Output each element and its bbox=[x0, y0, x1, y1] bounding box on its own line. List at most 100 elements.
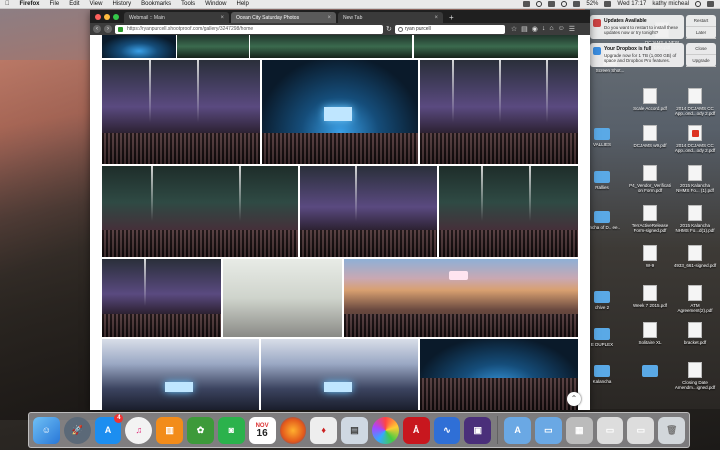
home-icon[interactable]: ⌂ bbox=[549, 25, 553, 33]
desktop-file[interactable]: 2014 DCJAMS CC App..ond...ody 2.pdf bbox=[673, 88, 717, 116]
menu-window[interactable]: Window bbox=[200, 1, 231, 7]
gallery-photo[interactable] bbox=[223, 259, 342, 337]
pocket-icon[interactable]: ◉ bbox=[532, 25, 538, 33]
tab-new-tab[interactable]: New Tab × bbox=[338, 12, 443, 23]
gallery-photo[interactable] bbox=[102, 35, 176, 58]
ibooks-icon[interactable]: ▥ bbox=[156, 416, 184, 444]
finder-icon[interactable]: ☺ bbox=[33, 416, 60, 444]
solitaire-icon[interactable]: ♦ bbox=[310, 416, 338, 444]
zoom-window-button[interactable] bbox=[113, 13, 119, 20]
gallery-photo[interactable] bbox=[102, 60, 260, 164]
facetime-icon[interactable]: ◙ bbox=[217, 416, 245, 444]
gallery-photo[interactable] bbox=[414, 35, 578, 58]
desktop-file[interactable]: 4933_661-signed.pdf bbox=[673, 245, 717, 268]
desktop-folder[interactable] bbox=[628, 362, 672, 379]
document-stack-icon[interactable]: ▦ bbox=[565, 416, 593, 444]
gallery-photo[interactable] bbox=[420, 60, 578, 164]
spotlight-search-icon[interactable] bbox=[695, 1, 701, 7]
menu-bookmarks[interactable]: Bookmarks bbox=[136, 1, 176, 7]
later-button[interactable]: Later bbox=[686, 27, 716, 39]
gallery-photo[interactable] bbox=[261, 339, 418, 410]
menu-history[interactable]: History bbox=[107, 1, 136, 7]
upgrade-button[interactable]: Upgrade bbox=[686, 55, 716, 67]
notification-center-icon[interactable] bbox=[707, 1, 714, 7]
dropbox-notification[interactable]: Your Dropbox is full Upgrade now for 1 T… bbox=[590, 43, 684, 67]
scroll-to-top-button[interactable]: ⌃ bbox=[567, 392, 581, 406]
tab-webmail[interactable]: Webmail :: Main × bbox=[124, 12, 229, 23]
desktop-file[interactable]: TerrActiveRelease Form-signed.pdf bbox=[628, 205, 672, 233]
menu-file[interactable]: File bbox=[45, 1, 65, 7]
gallery-photo[interactable] bbox=[300, 166, 437, 257]
updates-notification[interactable]: Updates Available Do you want to restart… bbox=[590, 15, 684, 39]
forward-icon[interactable]: › bbox=[104, 25, 112, 33]
gallery-photo[interactable] bbox=[177, 35, 249, 58]
menu-icon[interactable]: ☰ bbox=[569, 25, 575, 33]
restart-button[interactable]: Restart bbox=[686, 15, 716, 27]
user-name[interactable]: kathy micheal bbox=[652, 1, 689, 7]
apple-icon[interactable]:  bbox=[0, 1, 15, 7]
desktop-app[interactable]: Solitaire XL bbox=[628, 322, 672, 345]
gallery-photo[interactable] bbox=[250, 35, 412, 58]
screenshot-stack-icon[interactable]: ▭ bbox=[596, 416, 624, 444]
firefox-icon[interactable] bbox=[279, 416, 307, 444]
wifi-icon[interactable] bbox=[561, 1, 568, 7]
desktop-file[interactable]: W-9 bbox=[628, 245, 672, 268]
reader-icon[interactable]: ▤ bbox=[521, 25, 528, 33]
url-bar[interactable]: https://ryanpurcell.shootproof.com/galle… bbox=[115, 24, 383, 34]
close-tab-icon[interactable]: × bbox=[434, 15, 438, 21]
photos-icon[interactable] bbox=[371, 416, 399, 444]
menu-help[interactable]: Help bbox=[231, 1, 253, 7]
back-icon[interactable]: ‹ bbox=[93, 25, 101, 33]
itunes-icon[interactable]: ♫ bbox=[125, 416, 153, 444]
gallery-photo[interactable] bbox=[439, 166, 578, 257]
menu-view[interactable]: View bbox=[85, 1, 108, 7]
bluetooth-icon[interactable] bbox=[548, 1, 556, 7]
gallery-photo[interactable] bbox=[102, 166, 298, 257]
desktop-file[interactable]: P4_Vendor_Verificati on Form.pdf bbox=[628, 165, 672, 193]
gallery-photo[interactable] bbox=[102, 259, 221, 337]
desktop-file[interactable]: 2015 Kalancha NHMS Fo... (1).pdf bbox=[673, 165, 717, 193]
app-store-icon[interactable]: A4 bbox=[94, 413, 124, 444]
downloads-stack-icon[interactable]: ▭ bbox=[627, 416, 655, 444]
desktop-file[interactable]: Closing Date Amendm...igned.pdf bbox=[673, 362, 717, 390]
gallery-photo[interactable] bbox=[102, 339, 259, 410]
minimize-window-button[interactable] bbox=[104, 13, 110, 20]
desktop-file[interactable]: Scale Accord.pdf bbox=[628, 88, 672, 111]
applications-folder-icon[interactable]: A bbox=[504, 416, 531, 444]
bookmark-star-icon[interactable]: ☆ bbox=[511, 25, 517, 33]
close-button[interactable]: Close bbox=[686, 43, 716, 55]
battery-percent[interactable]: 52% bbox=[586, 1, 598, 7]
chat-icon[interactable]: ☺ bbox=[558, 25, 565, 33]
desktop-file[interactable]: 2015 Kalancha NHMS Fo...d(1).pdf bbox=[673, 205, 717, 233]
menu-edit[interactable]: Edit bbox=[64, 1, 84, 7]
desktop-file[interactable]: bracket.pdf bbox=[673, 322, 717, 345]
clock[interactable]: Wed 17:17 bbox=[617, 1, 646, 7]
photo-app-icon[interactable]: ✿ bbox=[187, 416, 214, 444]
desktop-file[interactable]: DCJAMS w9.pdf bbox=[628, 125, 672, 148]
desktop-file[interactable]: 2014 DCJAMS CC App..ond...ody 2.pdf bbox=[673, 125, 717, 153]
menu-app-firefox[interactable]: Firefox bbox=[15, 1, 45, 7]
gallery-photo[interactable] bbox=[420, 339, 578, 410]
new-tab-button[interactable]: + bbox=[445, 12, 458, 23]
calendar-icon[interactable]: NOV 16 bbox=[248, 416, 276, 444]
volume-icon[interactable] bbox=[573, 1, 581, 7]
timemachine-icon[interactable] bbox=[536, 1, 543, 7]
launchpad-icon[interactable]: 🚀 bbox=[63, 416, 91, 444]
menu-tools[interactable]: Tools bbox=[176, 1, 200, 7]
close-tab-icon[interactable]: × bbox=[220, 15, 224, 21]
video-app-icon[interactable]: ▣ bbox=[464, 416, 492, 444]
gallery-photo[interactable] bbox=[262, 60, 418, 164]
acrobat-icon[interactable]: Å bbox=[402, 416, 430, 444]
tab-ocean-city-photos[interactable]: Ocean City Saturday Photos × bbox=[231, 12, 336, 23]
close-tab-icon[interactable]: × bbox=[327, 15, 331, 21]
reload-icon[interactable]: ↻ bbox=[386, 25, 392, 33]
dropbox-status-icon[interactable] bbox=[523, 1, 531, 7]
audio-app-icon[interactable]: ∿ bbox=[433, 416, 461, 444]
download-icon[interactable]: ↓ bbox=[542, 25, 546, 33]
documents-folder-icon[interactable]: ▭ bbox=[535, 416, 562, 444]
trash-icon[interactable]: 🗑 bbox=[658, 416, 686, 444]
desktop-file[interactable]: Week 7 2015.pdf bbox=[628, 285, 672, 308]
desktop-file[interactable]: ATM Agreement(2).pdf bbox=[673, 285, 717, 313]
search-input[interactable]: ryan purcell bbox=[394, 24, 505, 34]
preview-icon[interactable]: ▤ bbox=[341, 416, 368, 444]
